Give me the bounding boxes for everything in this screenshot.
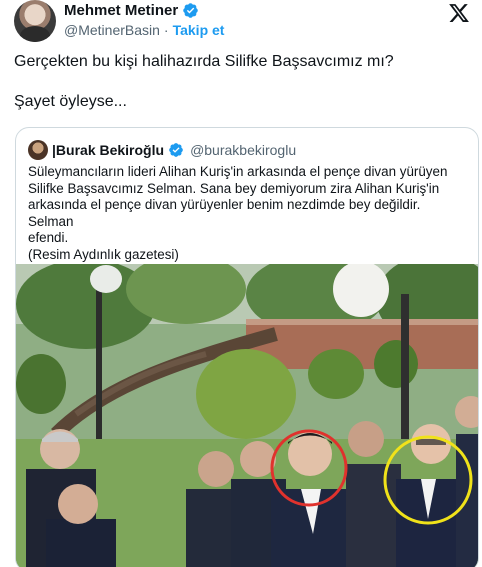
quoted-tweet-photo[interactable] bbox=[16, 264, 478, 567]
photo-illustration bbox=[16, 264, 478, 567]
author-handle[interactable]: @MetinerBasin bbox=[64, 22, 160, 38]
quoted-author-handle: @burakbekiroglu bbox=[190, 142, 297, 158]
author-name-row: Mehmet Metiner bbox=[64, 2, 199, 19]
author-avatar[interactable] bbox=[14, 0, 56, 42]
tweet-text-line: Şayet öyleyse... bbox=[14, 93, 127, 110]
quoted-text-line: Silifke Başsavcımız Selman. Sana bey dem… bbox=[28, 180, 440, 196]
quoted-tweet-header: |Burak Bekiroğlu @burakbekiroglu bbox=[28, 140, 296, 160]
quoted-tweet-text: Süleymancıların lideri Alihan Kuriş'in a… bbox=[28, 164, 468, 263]
tweet-header: Mehmet Metiner @MetinerBasin · Takip et bbox=[14, 0, 474, 44]
verified-badge-icon bbox=[183, 3, 198, 18]
quoted-text-line: Süleymancıların lideri Alihan Kuriş'in a… bbox=[28, 164, 448, 179]
handle-row: @MetinerBasin · Takip et bbox=[64, 22, 224, 38]
quoted-text-line: (Resim Aydınlık gazetesi) bbox=[28, 246, 179, 262]
x-logo-icon[interactable] bbox=[448, 2, 470, 24]
quoted-text-line: arkasında el pençe divan yürüyenler beni… bbox=[28, 197, 421, 229]
follow-button[interactable]: Takip et bbox=[173, 22, 225, 38]
quoted-author-name: |Burak Bekiroğlu bbox=[52, 142, 165, 158]
verified-badge-icon bbox=[169, 143, 183, 157]
quoted-tweet-card[interactable]: |Burak Bekiroğlu @burakbekiroglu Süleyma… bbox=[15, 127, 479, 567]
tweet-text-line: Gerçekten bu kişi halihazırda Silifke Ba… bbox=[14, 53, 394, 70]
quoted-text-line: efendi. bbox=[28, 230, 69, 245]
separator-dot: · bbox=[163, 22, 169, 38]
author-name[interactable]: Mehmet Metiner bbox=[64, 2, 178, 19]
quoted-author-avatar bbox=[28, 140, 48, 160]
tweet-text: Gerçekten bu kişi halihazırda Silifke Ba… bbox=[14, 52, 470, 132]
